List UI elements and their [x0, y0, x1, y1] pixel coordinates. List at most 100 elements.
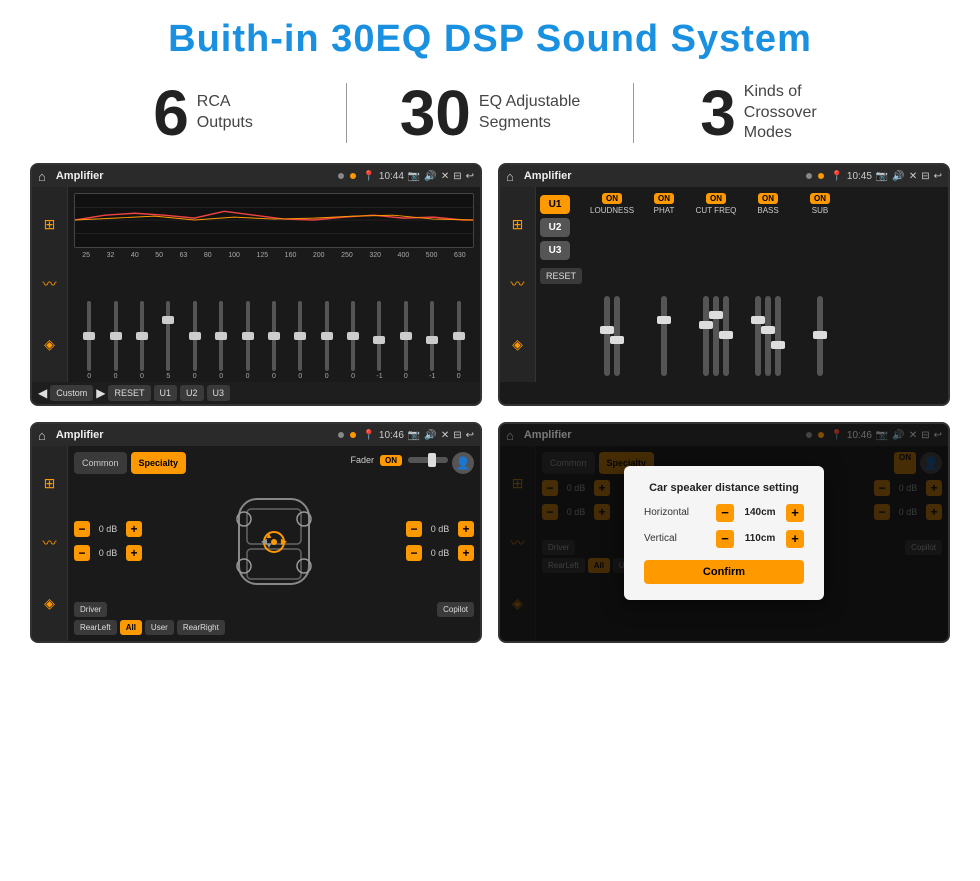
db-row-1: − 0 dB +	[74, 521, 142, 537]
u1-button[interactable]: U1	[154, 385, 178, 401]
vertical-plus[interactable]: +	[786, 530, 804, 548]
u1-preset[interactable]: U1	[540, 195, 570, 214]
db-plus-4[interactable]: +	[458, 545, 474, 561]
db-plus-1[interactable]: +	[126, 521, 142, 537]
horizontal-minus[interactable]: −	[716, 504, 734, 522]
eq-left-sidebar: ⊞ 〰 ◈	[32, 187, 68, 382]
crossover-speaker-icon2[interactable]: ◈	[44, 595, 55, 612]
eq-time: 10:44	[379, 171, 404, 182]
copilot-btn[interactable]: Copilot	[437, 602, 474, 617]
eq-slider-8[interactable]: 0	[266, 301, 282, 380]
bottom-speaker-buttons-2: RearLeft All User RearRight	[74, 620, 474, 635]
amp-wave-icon[interactable]: 〰	[511, 274, 525, 294]
cutfreq-slider1[interactable]	[703, 296, 709, 376]
filter-icon[interactable]: ⊞	[44, 216, 56, 233]
eq-slider-14[interactable]: -1	[424, 301, 440, 380]
wave-icon[interactable]: 〰	[43, 274, 57, 294]
db-row-2: − 0 dB +	[74, 545, 142, 561]
rearleft-btn[interactable]: RearLeft	[74, 620, 117, 635]
amp-main-area: ⊞ 〰 ◈ U1 U2 U3 RESET ON LOUDNESS	[500, 187, 948, 382]
horizontal-plus[interactable]: +	[786, 504, 804, 522]
sub-slider[interactable]	[817, 296, 823, 376]
bass-slider1[interactable]	[755, 296, 761, 376]
custom-button[interactable]: Custom	[50, 385, 93, 401]
home-icon[interactable]: ⌂	[38, 169, 46, 184]
bass-slider3[interactable]	[775, 296, 781, 376]
dialog-title: Car speaker distance setting	[644, 482, 804, 494]
amp-dot-1	[806, 173, 812, 179]
eq-slider-9[interactable]: 0	[292, 301, 308, 380]
crossover-center-area: Common Specialty Fader ON 👤 −	[68, 446, 480, 641]
speaker-icon[interactable]: ◈	[44, 336, 55, 353]
eq-slider-7[interactable]: 0	[240, 301, 256, 380]
loudness-slider[interactable]	[604, 296, 610, 376]
reset-button[interactable]: RESET	[108, 385, 150, 401]
stat-eq-number: 30	[400, 81, 471, 145]
u3-button[interactable]: U3	[207, 385, 231, 401]
db-minus-4[interactable]: −	[406, 545, 422, 561]
crossover-wave-icon[interactable]: 〰	[43, 533, 57, 553]
play-button[interactable]: ▶	[96, 386, 105, 400]
u3-preset[interactable]: U3	[540, 241, 570, 260]
distance-dialog: Car speaker distance setting Horizontal …	[624, 466, 824, 600]
u2-button[interactable]: U2	[180, 385, 204, 401]
db-minus-3[interactable]: −	[406, 521, 422, 537]
cutfreq-label: CUT FREQ	[696, 206, 737, 215]
db-plus-2[interactable]: +	[126, 545, 142, 561]
back-icon: ↩	[466, 171, 474, 182]
all-btn[interactable]: All	[120, 620, 142, 635]
window-icon: ⊟	[453, 171, 461, 182]
eq-slider-12[interactable]: -1	[371, 301, 387, 380]
eq-slider-5[interactable]: 0	[187, 301, 203, 380]
tab-specialty[interactable]: Specialty	[131, 452, 187, 474]
vertical-value: 110cm	[740, 533, 780, 544]
db-minus-2[interactable]: −	[74, 545, 90, 561]
cutfreq-slider3[interactable]	[723, 296, 729, 376]
loudness-slider-2[interactable]	[614, 296, 620, 376]
crossover-status-bar: ⌂ Amplifier 📍 10:46 📷 🔊 ✕ ⊟ ↩	[32, 424, 480, 446]
home-icon-2[interactable]: ⌂	[506, 169, 514, 184]
rearright-btn[interactable]: RearRight	[177, 620, 225, 635]
crossover-left-sidebar: ⊞ 〰 ◈	[32, 446, 68, 641]
driver-btn[interactable]: Driver	[74, 602, 107, 617]
horizontal-row: Horizontal − 140cm +	[644, 504, 804, 522]
eq-slider-15[interactable]: 0	[451, 301, 467, 380]
amp-speaker-icon[interactable]: ◈	[512, 336, 523, 353]
phat-slider[interactable]	[661, 296, 667, 376]
camera-icon: 📷	[408, 171, 420, 182]
dialog-overlay: Car speaker distance setting Horizontal …	[500, 424, 948, 641]
eq-sliders: 0 0 0 5 0 0 0 0 0 0 0 -1 0 -1 0	[74, 262, 474, 380]
screen-amp: ⌂ Amplifier 📍 10:45 📷 🔊 ✕ ⊟ ↩ ⊞ 〰 ◈ U	[498, 163, 950, 406]
user-btn[interactable]: User	[145, 620, 174, 635]
tab-common[interactable]: Common	[74, 452, 127, 474]
eq-slider-11[interactable]: 0	[345, 301, 361, 380]
fader-track[interactable]	[408, 457, 448, 463]
home-icon-3[interactable]: ⌂	[38, 428, 46, 443]
vertical-minus[interactable]: −	[716, 530, 734, 548]
db-row-3: − 0 dB +	[406, 521, 474, 537]
amp-volume-icon: 🔊	[892, 171, 904, 182]
eq-slider-1[interactable]: 0	[81, 301, 97, 380]
eq-slider-2[interactable]: 0	[108, 301, 124, 380]
amp-time: 10:45	[847, 171, 872, 182]
eq-slider-4[interactable]: 5	[160, 301, 176, 380]
eq-slider-13[interactable]: 0	[398, 301, 414, 380]
prev-button[interactable]: ◀	[38, 386, 47, 400]
vertical-label: Vertical	[644, 533, 710, 544]
crossover-filter-icon[interactable]: ⊞	[44, 475, 56, 492]
confirm-button[interactable]: Confirm	[644, 560, 804, 584]
u2-preset[interactable]: U2	[540, 218, 570, 237]
db-val-1: 0 dB	[93, 524, 123, 534]
channel-loudness: ON LOUDNESS	[590, 193, 634, 376]
amp-filter-icon[interactable]: ⊞	[512, 216, 524, 233]
amp-reset-btn[interactable]: RESET	[540, 268, 582, 284]
stat-crossover: 3 Kinds ofCrossover Modes	[634, 81, 920, 145]
bass-slider2[interactable]	[765, 296, 771, 376]
eq-slider-3[interactable]: 0	[134, 301, 150, 380]
eq-slider-6[interactable]: 0	[213, 301, 229, 380]
status-dot-2	[350, 173, 356, 179]
profile-icon[interactable]: 👤	[452, 452, 474, 474]
db-plus-3[interactable]: +	[458, 521, 474, 537]
db-minus-1[interactable]: −	[74, 521, 90, 537]
eq-slider-10[interactable]: 0	[319, 301, 335, 380]
